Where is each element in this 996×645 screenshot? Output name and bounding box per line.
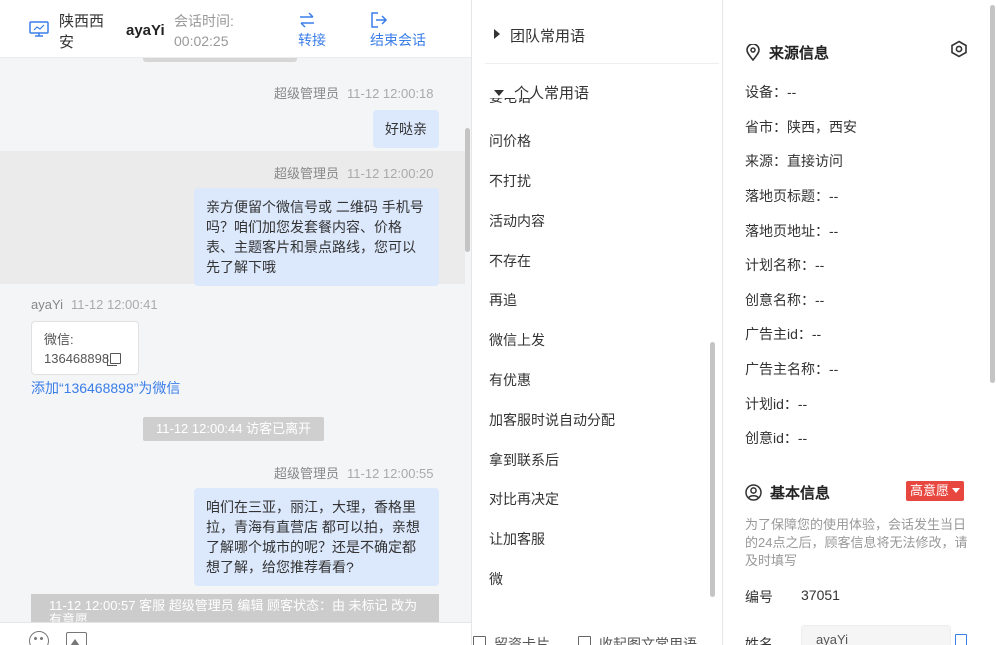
card-value: 136468898 — [44, 351, 110, 366]
phrase-pane: 团队常用语 个人常用语 要电话 问价格 不打扰 活动内容 不存在 再追 微信上发… — [473, 0, 723, 645]
phrase-item[interactable]: 活动内容 — [489, 211, 545, 231]
message-time: 11-12 12:00:55 — [347, 466, 434, 481]
basic-info-title: 基本信息 — [745, 482, 830, 503]
message-bubble: 咱们在三亚，丽江，大理，香格里拉，青海有直营店 都可以拍，亲想了解哪个城市的呢？… — [194, 488, 439, 586]
info-landing-url: 落地页地址：-- — [745, 223, 839, 239]
transfer-icon — [300, 12, 314, 28]
number-label: 编号 — [745, 589, 773, 605]
header-divider — [143, 58, 297, 62]
copy-icon[interactable] — [107, 353, 122, 366]
user-circle-icon — [745, 484, 762, 501]
number-value: 37051 — [801, 587, 840, 603]
info-province-city: 省市：陕西，西安 — [745, 119, 857, 135]
phrase-item[interactable]: 要电话 — [489, 98, 549, 107]
info-pane: 来源信息 设备：-- 省市：陕西，西安 来源：直接访问 落地页标题：-- 落地页… — [724, 0, 996, 645]
name-field[interactable]: ayaYi — [801, 625, 951, 645]
phrase-item[interactable]: 加客服时说自动分配 — [489, 410, 615, 430]
message-time: 11-12 12:00:18 — [347, 86, 434, 101]
caret-right-icon — [494, 29, 500, 39]
image-icon[interactable] — [66, 632, 87, 645]
collapse-phrases-button[interactable]: 收起图文常用语 — [578, 634, 697, 645]
emoji-icon[interactable] — [29, 631, 49, 645]
name-label: 姓名 — [745, 636, 773, 645]
source-info-title-text: 来源信息 — [769, 45, 830, 62]
divider — [485, 63, 719, 64]
end-session-button[interactable]: 结束会话 — [370, 10, 426, 50]
source-info-title: 来源信息 — [745, 42, 829, 63]
phrase-item[interactable]: 再追 — [489, 290, 517, 310]
session-time-label: 会话时间: — [174, 13, 234, 29]
sender-name: 超级管理员 — [274, 166, 340, 181]
wechat-card: 微信: 136468898 — [31, 321, 139, 375]
info-source: 来源：直接访问 — [745, 153, 843, 169]
phrase-item[interactable]: 让加客服 — [489, 529, 545, 549]
card-value-row: 136468898 — [44, 349, 126, 368]
caret-down-icon — [952, 488, 961, 493]
basic-info-title-text: 基本信息 — [770, 485, 831, 502]
info-plan-name: 计划名称：-- — [745, 257, 825, 273]
chat-pane: 超级管理员 11-12 12:00:18 好哒亲 超级管理员 11-12 12:00… — [0, 0, 472, 645]
phrase-item-label: 要电话 — [489, 98, 531, 107]
phrase-item[interactable]: 不打扰 — [489, 171, 531, 191]
lead-card-button[interactable]: 留资卡片 — [473, 634, 550, 645]
card-icon — [473, 636, 486, 645]
lead-card-label: 留资卡片 — [494, 636, 550, 645]
add-wechat-link[interactable]: 添加“136468898”为微信 — [31, 378, 180, 398]
sender-name: 超级管理员 — [274, 86, 340, 101]
message-bubble: 亲方便留个微信号或 二维码 手机号吗？咱们加您发套餐内容、价格表、主题客片和景点… — [194, 188, 439, 286]
chat-toolbar — [0, 622, 471, 645]
phrase-item[interactable]: 拿到联系后 — [489, 450, 559, 470]
message-time: 11-12 12:00:41 — [71, 297, 158, 312]
document-icon — [578, 636, 591, 645]
transfer-button[interactable]: 转接 — [298, 10, 326, 50]
info-advertiser-name: 广告主名称：-- — [745, 361, 839, 377]
phrase-item[interactable]: 有优惠 — [489, 370, 531, 390]
intent-label: 高意愿 — [910, 483, 950, 498]
visitor-location: 陕西西安 — [59, 13, 105, 51]
info-advertiser-id: 广告主id：-- — [745, 326, 822, 342]
info-scrollbar[interactable] — [990, 5, 995, 383]
info-landing-title: 落地页标题：-- — [745, 188, 839, 204]
message-meta: 超级管理员 11-12 12:00:20 — [274, 163, 434, 182]
intent-dropdown[interactable]: 高意愿 — [906, 481, 965, 501]
system-notice: 11-12 12:00:44 访客已离开 — [143, 417, 325, 441]
sender-name: ayaYi — [31, 297, 64, 312]
location-pin-icon — [746, 44, 760, 61]
desktop-icon — [29, 21, 49, 37]
phrase-item[interactable]: 对比再决定 — [489, 489, 559, 509]
card-title: 微信: — [44, 332, 74, 347]
copy-icon[interactable] — [955, 634, 967, 645]
exit-icon — [371, 12, 388, 28]
phrase-item[interactable]: 问价格 — [489, 131, 531, 151]
phrase-item[interactable]: 不存在 — [489, 251, 531, 271]
sender-name: 超级管理员 — [274, 466, 340, 481]
phrase-item[interactable]: 微信上发 — [489, 330, 545, 350]
info-creative-id: 创意id：-- — [745, 430, 808, 446]
chat-header: 陕西西安 ayaYi 会话时间: 00:02:25 转接 结束会话 — [0, 0, 471, 58]
collapse-phrases-label: 收起图文常用语 — [599, 636, 697, 645]
settings-icon[interactable] — [950, 40, 968, 58]
chat-scrollbar[interactable] — [465, 128, 470, 252]
edit-hint: 为了保障您的使用体验，会话发生当日的24点之后，顾客信息将无法修改，请及时填写 — [745, 517, 968, 568]
message-bubble: 好哒亲 — [373, 110, 439, 148]
info-device: 设备：-- — [745, 84, 797, 100]
team-phrases-title: 团队常用语 — [510, 28, 586, 45]
end-session-label: 结束会话 — [370, 32, 426, 48]
session-time-value: 00:02:25 — [174, 33, 229, 49]
message-meta: 超级管理员 11-12 12:00:55 — [274, 463, 434, 482]
message-meta: ayaYi 11-12 12:00:41 — [31, 297, 158, 312]
transfer-label: 转接 — [298, 32, 326, 48]
visitor-name: ayaYi — [126, 22, 165, 39]
phrase-item[interactable]: 微 — [489, 569, 503, 589]
message-meta: 超级管理员 11-12 12:00:18 — [274, 83, 434, 102]
info-plan-id: 计划id：-- — [745, 396, 808, 412]
phrase-scrollbar[interactable] — [710, 342, 715, 597]
info-creative-name: 创意名称：-- — [745, 292, 825, 308]
message-time: 11-12 12:00:20 — [347, 166, 434, 181]
caret-down-icon — [494, 90, 504, 96]
team-phrases-toggle[interactable]: 团队常用语 — [494, 25, 585, 46]
